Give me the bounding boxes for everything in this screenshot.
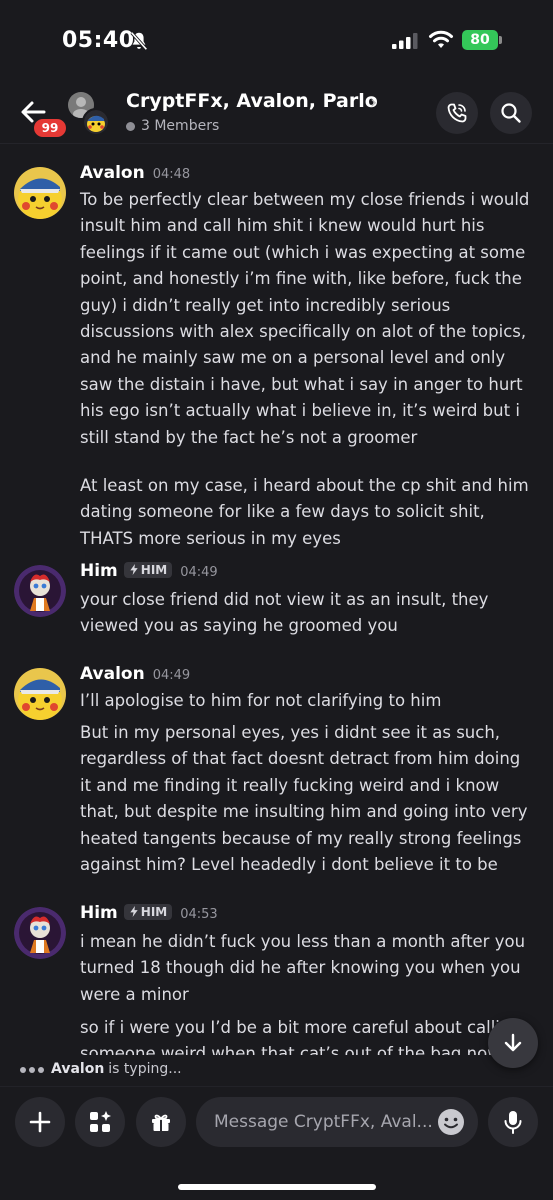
arrow-down-icon [504,1033,522,1052]
avatar-avalon[interactable] [14,668,66,720]
role-tag-label: HIM [140,563,168,577]
voice-message-button[interactable] [488,1097,538,1147]
phone-icon [447,103,467,123]
call-button[interactable] [436,92,478,134]
message-text: I’ll apologise to him for not clarifying… [80,691,442,710]
bolt-icon [130,906,138,917]
typing-dots-icon [20,1061,47,1077]
battery-indicator: 80 [462,30,498,50]
author-name[interactable]: Avalon [80,163,145,183]
message-timestamp: 04:49 [152,668,191,683]
signal-icon [392,33,418,49]
message-text: so if i were you I’d be a bit more caref… [80,1018,521,1055]
search-icon [501,103,521,123]
typing-user: Avalon [51,1061,105,1077]
emoji-icon [438,1109,464,1135]
member-count: 3 Members [126,118,219,134]
author-name[interactable]: Him [80,903,118,923]
message-author[interactable]: Him HIM 04:53 [80,903,218,923]
battery-tip [499,36,502,44]
bell-off-icon [130,31,148,51]
search-button[interactable] [490,92,532,134]
avatar-member-2 [82,108,110,136]
message-timestamp: 04:53 [180,907,218,922]
message-list[interactable]: Avalon 04:48 To be perfectly clear betwee… [0,145,553,1055]
role-tag: HIM [123,904,173,920]
emoji-button[interactable] [436,1107,466,1137]
member-dot-icon [126,121,135,131]
message-text: i mean he didn’t fuck you less than a mo… [80,932,526,1004]
message-author[interactable]: Avalon 04:48 [80,163,190,183]
message-author[interactable]: Avalon 04:49 [80,664,190,684]
message-timestamp: 04:48 [152,167,191,182]
composer-bar: Message CryptFFx, Aval... [0,1086,553,1200]
avatar-avalon[interactable] [14,167,66,219]
gift-icon [152,1114,170,1131]
author-name[interactable]: Him [80,561,118,581]
status-time: 05:40 [62,28,135,53]
channel-title[interactable]: CryptFFx, Avalon, Parlo [126,90,378,112]
message-author[interactable]: Him HIM 04:49 [80,561,218,581]
channel-header: 99 CryptFFx, Avalon, Parlo › 3 Members [0,84,553,144]
add-attachment-button[interactable] [15,1097,65,1147]
role-tag-label: HIM [140,905,168,919]
chevron-right-icon[interactable]: › [370,92,377,113]
typing-indicator: Avalon is typing... [20,1058,182,1080]
typing-label: is typing... [108,1061,182,1077]
mic-icon [504,1111,522,1134]
message-text: But in my personal eyes, yes i didnt see… [80,723,528,875]
jump-to-bottom-button[interactable] [488,1018,538,1068]
apps-icon [90,1111,111,1132]
bolt-icon [130,564,138,575]
author-name[interactable]: Avalon [80,664,145,684]
message-timestamp: 04:49 [180,565,218,580]
gift-button[interactable] [136,1097,186,1147]
avatar-him[interactable] [14,907,66,959]
wifi-icon [429,30,453,48]
message-text: To be perfectly clear between my close f… [80,190,530,447]
group-avatar [68,92,114,138]
member-count-label: 3 Members [141,118,220,134]
message-text: At least on my case, i heard about the c… [80,476,529,548]
unread-badge: 99 [32,117,68,139]
status-bar: 05:40 80 [0,0,553,84]
message-text: your close friend did not view it as an … [80,590,489,636]
plus-icon [29,1111,51,1133]
role-tag: HIM [123,562,173,578]
apps-button[interactable] [75,1097,125,1147]
avatar-him[interactable] [14,565,66,617]
home-indicator[interactable] [178,1184,376,1190]
